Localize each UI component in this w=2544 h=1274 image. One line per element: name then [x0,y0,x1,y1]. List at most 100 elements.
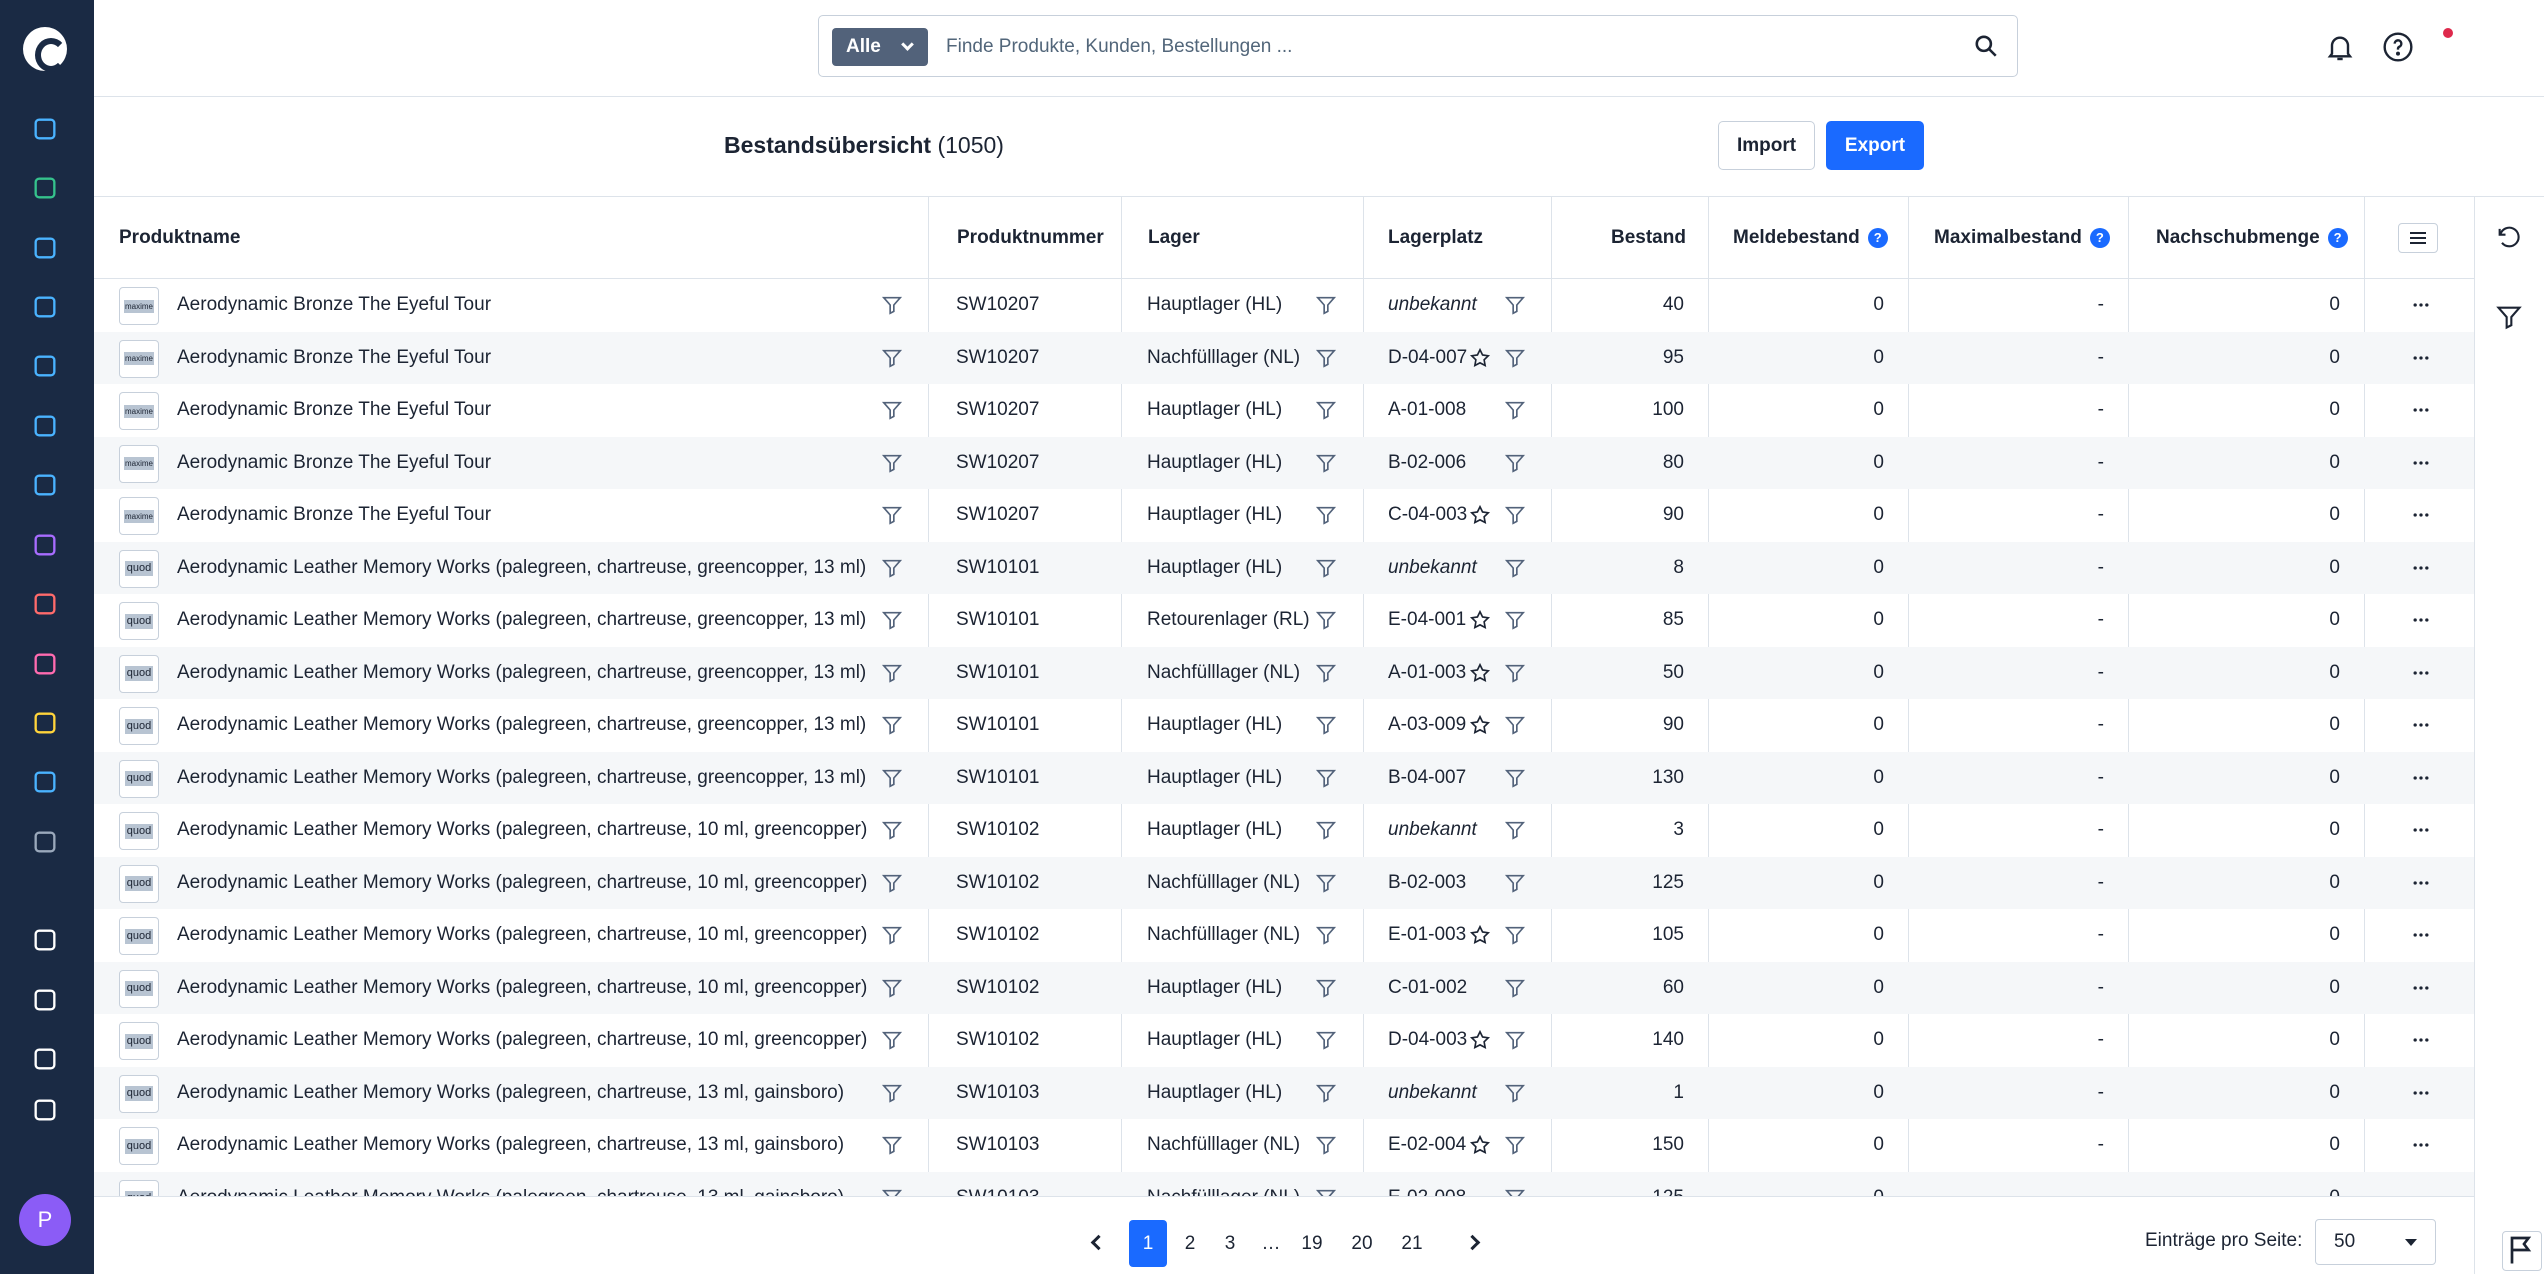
col-header-bin[interactable]: Lagerplatz [1388,227,1483,249]
chevron-right-circle-icon[interactable] [30,1095,60,1125]
star-icon[interactable] [1469,1029,1491,1051]
filter-icon[interactable] [1504,1082,1526,1104]
product-name[interactable]: Aerodynamic Bronze The Eyeful Tour [177,452,491,474]
plus-circle-icon[interactable] [30,925,60,955]
filter-icon[interactable] [881,872,903,894]
product-thumbnail[interactable]: quod [119,864,159,903]
product-thumbnail[interactable]: maxime [119,444,159,483]
product-thumbnail[interactable]: maxime [119,497,159,535]
page-button[interactable]: 21 [1393,1220,1431,1267]
filter-icon[interactable] [881,609,903,631]
product-thumbnail[interactable]: quod [119,812,159,850]
filter-icon[interactable] [1504,1029,1526,1051]
filter-icon[interactable] [881,1082,903,1104]
table-row[interactable]: quod Aerodynamic Leather Memory Works (p… [94,594,2474,647]
filter-icon[interactable] [881,662,903,684]
warehouse-icon[interactable] [30,233,60,263]
page-button[interactable]: 19 [1293,1220,1331,1267]
more-icon[interactable] [2411,768,2431,788]
copy-icon[interactable] [30,173,60,203]
filter-icon[interactable] [881,1029,903,1051]
user-avatar[interactable]: P [19,1194,71,1246]
product-thumbnail[interactable]: quod [119,759,159,798]
col-header-warehouse[interactable]: Lager [1148,227,1200,249]
filter-icon[interactable] [1504,819,1526,841]
filter-icon[interactable] [881,347,903,369]
filter-icon[interactable] [1315,452,1337,474]
filter-icon[interactable] [1504,1187,1526,1196]
chart-line-icon[interactable] [30,470,60,500]
help-badge-icon[interactable]: ? [2327,228,2348,248]
filter-icon[interactable] [1315,1134,1337,1156]
more-icon[interactable] [2411,1030,2431,1050]
table-row[interactable]: maxime Aerodynamic Bronze The Eyeful Tou… [94,279,2474,332]
inbox-icon[interactable] [30,292,60,322]
page-button[interactable]: 1 [1129,1220,1167,1267]
filter-icon[interactable] [1315,1029,1337,1051]
filter-icon[interactable] [1504,557,1526,579]
product-thumbnail[interactable]: quod [119,1179,159,1196]
star-icon[interactable] [1469,347,1491,369]
filter-icon[interactable] [1315,399,1337,421]
filter-icon[interactable] [1504,1134,1526,1156]
product-thumbnail[interactable]: quod [119,602,159,640]
product-name[interactable]: Aerodynamic Leather Memory Works (palegr… [177,714,866,736]
more-icon[interactable] [2411,925,2431,945]
filter-icon[interactable] [881,819,903,841]
search-icon[interactable] [1973,33,1999,59]
filter-icon[interactable] [1315,294,1337,316]
product-thumbnail[interactable]: maxime [119,287,159,325]
filter-icon[interactable] [1504,399,1526,421]
more-icon[interactable] [2411,820,2431,840]
table-row[interactable]: quod Aerodynamic Leather Memory Works (p… [94,856,2474,909]
search-type-select[interactable]: Alle [832,28,928,66]
more-icon[interactable] [2411,1188,2431,1196]
more-icon[interactable] [2411,610,2431,630]
filter-icon[interactable] [881,1187,903,1196]
table-row[interactable]: quod Aerodynamic Leather Memory Works (p… [94,699,2474,752]
product-thumbnail[interactable]: quod [119,969,159,1008]
product-name[interactable]: Aerodynamic Leather Memory Works (palegr… [177,609,866,631]
product-name[interactable]: Aerodynamic Leather Memory Works (palegr… [177,819,867,841]
filter-icon[interactable] [1315,872,1337,894]
product-name[interactable]: Aerodynamic Leather Memory Works (palegr… [177,767,866,789]
page-button[interactable]: 2 [1171,1220,1209,1267]
import-button[interactable]: Import [1718,121,1815,170]
product-name[interactable]: Aerodynamic Leather Memory Works (palegr… [177,557,866,579]
page-button[interactable]: 20 [1343,1220,1381,1267]
table-row[interactable]: quod Aerodynamic Leather Memory Works (p… [94,646,2474,699]
list-icon[interactable] [30,649,60,679]
product-thumbnail[interactable]: quod [119,917,159,955]
filter-icon[interactable] [1315,504,1337,526]
more-icon[interactable] [2411,295,2431,315]
filter-icon[interactable] [1504,714,1526,736]
star-icon[interactable] [1469,714,1491,736]
table-row[interactable]: quod Aerodynamic Leather Memory Works (p… [94,961,2474,1014]
flag-button[interactable] [2502,1231,2542,1271]
shopping-bag-icon[interactable] [30,530,60,560]
filter-icon[interactable] [881,452,903,474]
product-name[interactable]: Aerodynamic Bronze The Eyeful Tour [177,504,491,526]
product-name[interactable]: Aerodynamic Leather Memory Works (palegr… [177,924,867,946]
filter-icon[interactable] [881,504,903,526]
filter-icon[interactable] [1504,609,1526,631]
filter-icon[interactable] [881,767,903,789]
filter-icon[interactable] [881,1134,903,1156]
product-name[interactable]: Aerodynamic Leather Memory Works (palegr… [177,977,867,999]
filter-icon[interactable] [1504,347,1526,369]
col-header-reorder[interactable]: Meldebestand? [1733,227,1888,249]
product-name[interactable]: Aerodynamic Leather Memory Works (palegr… [177,1082,844,1104]
product-thumbnail[interactable]: quod [119,707,159,745]
product-name[interactable]: Aerodynamic Leather Memory Works (palegr… [177,1134,844,1156]
search-input[interactable] [946,30,1906,64]
more-icon[interactable] [2411,558,2431,578]
filter-icon[interactable] [1504,977,1526,999]
pos-icon[interactable] [30,1044,60,1074]
filter-icon[interactable] [1504,294,1526,316]
more-icon[interactable] [2411,505,2431,525]
col-header-max[interactable]: Maximalbestand? [1934,227,2110,249]
filter-icon[interactable] [1315,767,1337,789]
gear-icon[interactable] [30,827,60,857]
product-name[interactable]: Aerodynamic Leather Memory Works (palegr… [177,1029,867,1051]
table-row[interactable]: quod Aerodynamic Leather Memory Works (p… [94,1119,2474,1172]
